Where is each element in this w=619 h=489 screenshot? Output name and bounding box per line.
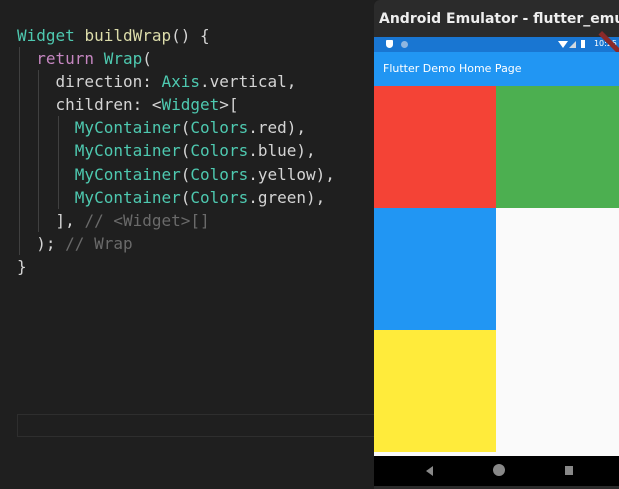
indent-guide (38, 208, 39, 232)
indent-guide (38, 93, 39, 117)
indent-guide (19, 116, 20, 140)
indent-guide (19, 185, 20, 209)
container-red (374, 86, 496, 208)
code-line: return Wrap( (17, 47, 335, 71)
code-token: () { (171, 26, 210, 45)
code-token: buildWrap (84, 26, 172, 45)
code-token: .yellow), (248, 164, 335, 184)
indent-guide (58, 116, 59, 140)
code-token: Colors (190, 118, 249, 138)
code-token: .vertical, (200, 72, 297, 92)
code-token: ( (180, 187, 191, 207)
code-token: .blue), (248, 141, 316, 161)
battery-icon (581, 40, 585, 48)
app-bar-title: Flutter Demo Home Page (374, 52, 619, 86)
container-green (496, 86, 619, 208)
code-token: Colors (190, 141, 249, 161)
android-emulator-window: Android Emulator - flutter_emu... 10:25 … (374, 0, 619, 489)
code-token: MyContainer (74, 118, 181, 138)
indent-guide (58, 162, 59, 186)
indent-guide (19, 208, 20, 232)
code-token: Colors (190, 187, 249, 207)
code-line: MyContainer(Colors.red), (17, 116, 335, 140)
code-line: } (17, 255, 335, 278)
code-token: >[ (219, 95, 239, 115)
code-token: .red), (248, 118, 306, 138)
code-token: MyContainer (74, 164, 181, 184)
indent-guide (19, 93, 20, 117)
code-token: ( (180, 141, 191, 161)
code-token: // Wrap (65, 233, 133, 253)
editor-input-box[interactable] (17, 414, 379, 437)
code-line: children: <Widget>[ (17, 93, 335, 117)
code-token: Widget (17, 26, 75, 45)
home-icon[interactable] (493, 464, 505, 476)
indent-guide (38, 70, 39, 94)
wifi-icon (558, 41, 568, 48)
code-line: Widget buildWrap() { (17, 24, 335, 47)
recents-icon[interactable] (565, 466, 573, 475)
back-icon[interactable] (426, 466, 433, 476)
code-token: ); (17, 233, 66, 253)
code-token: return (36, 49, 95, 69)
status-bar: 10:25 (374, 31, 619, 60)
container-yellow (374, 330, 496, 452)
signal-icon (569, 41, 576, 48)
code-editor[interactable]: Widget buildWrap() { return Wrap( direct… (0, 0, 379, 489)
code-line: direction: Axis.vertical, (17, 70, 335, 94)
container-blue (374, 208, 496, 330)
sync-icon (401, 41, 408, 48)
code-token: Widget (161, 95, 220, 115)
shield-icon (386, 40, 393, 48)
code-line: MyContainer(Colors.blue), (17, 139, 335, 163)
code-token: ], (17, 210, 85, 230)
code-token: Wrap (103, 49, 143, 69)
code-line: MyContainer(Colors.yellow), (17, 162, 335, 186)
indent-guide (19, 70, 20, 94)
code-token: MyContainer (74, 187, 181, 207)
code-token: MyContainer (74, 141, 181, 161)
code-token: } (17, 256, 27, 276)
indent-guide (19, 139, 20, 163)
code-token: // <Widget>[] (84, 210, 210, 230)
indent-guide (38, 139, 39, 163)
navigation-bar (374, 456, 619, 486)
indent-guide (58, 139, 59, 163)
wrap-content (374, 86, 619, 456)
indent-guide (58, 185, 59, 209)
indent-guide (38, 116, 39, 140)
code-block[interactable]: Widget buildWrap() { return Wrap( direct… (17, 24, 335, 278)
indent-guide (19, 162, 20, 186)
code-line: MyContainer(Colors.green), (17, 185, 335, 209)
code-line: ); // Wrap (17, 231, 335, 255)
code-token: .green), (248, 187, 326, 207)
indent-guide (19, 231, 20, 255)
code-token: ( (142, 49, 152, 69)
code-token: Colors (190, 164, 249, 184)
indent-guide (19, 47, 20, 71)
code-line: ], // <Widget>[] (17, 208, 335, 232)
indent-guide (38, 185, 39, 209)
code-token: ( (180, 164, 191, 184)
indent-guide (38, 162, 39, 186)
window-title: Android Emulator - flutter_emu... (379, 11, 619, 27)
code-token: Axis (161, 72, 201, 92)
code-token: ( (180, 118, 191, 138)
